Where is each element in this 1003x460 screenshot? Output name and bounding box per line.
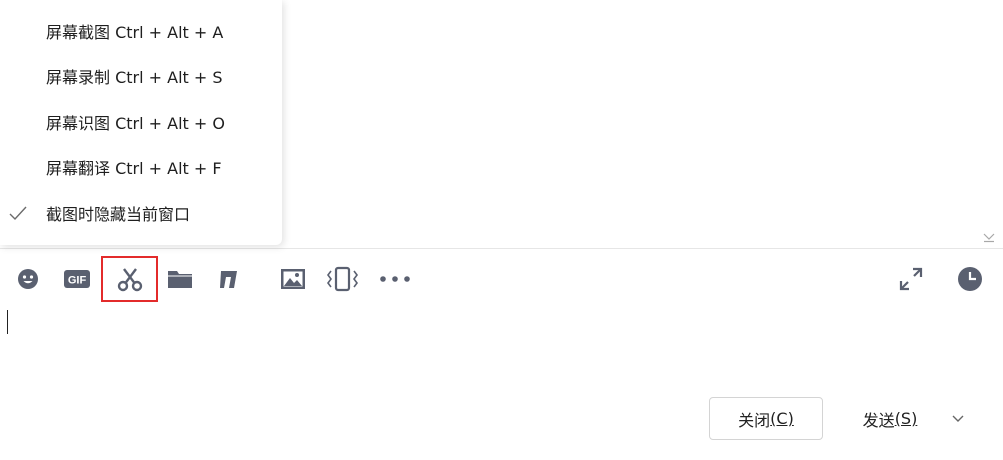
menu-item-hide-window[interactable]: 截图时隐藏当前窗口 — [0, 192, 282, 234]
menu-item-label: 屏幕识图 Ctrl + Alt + O — [46, 114, 225, 133]
send-button-shortcut: (S) — [894, 409, 918, 428]
input-toolbar: GIF — [0, 256, 1003, 302]
menu-item-screen-record[interactable]: 屏幕录制 Ctrl + Alt + S — [0, 55, 282, 97]
send-options-chevron-down-icon[interactable] — [948, 410, 968, 428]
menu-item-screen-ocr[interactable]: 屏幕识图 Ctrl + Alt + O — [0, 101, 282, 143]
send-button-label: 发送 — [862, 410, 895, 430]
gif-icon[interactable]: GIF — [60, 262, 94, 296]
divider — [0, 248, 1003, 249]
menu-item-label: 截图时隐藏当前窗口 — [46, 205, 191, 224]
close-button-shortcut: (C) — [770, 409, 794, 428]
expand-icon[interactable] — [894, 262, 928, 296]
close-button-label: 关闭 — [738, 410, 771, 430]
menu-item-label: 屏幕录制 Ctrl + Alt + S — [46, 68, 223, 87]
close-button[interactable]: 关闭 (C) — [709, 397, 823, 440]
menu-item-label: 屏幕翻译 Ctrl + Alt + F — [46, 159, 222, 178]
chat-window: 屏幕截图 Ctrl + Alt + A 屏幕录制 Ctrl + Alt + S … — [0, 0, 1003, 460]
menu-item-screenshot[interactable]: 屏幕截图 Ctrl + Alt + A — [0, 10, 282, 52]
emoji-icon[interactable] — [11, 262, 45, 296]
shake-icon[interactable] — [325, 262, 359, 296]
screenshot-menu: 屏幕截图 Ctrl + Alt + A 屏幕录制 Ctrl + Alt + S … — [0, 0, 282, 245]
text-caret — [7, 310, 8, 334]
checkmark-icon — [8, 205, 28, 221]
menu-item-screen-translate[interactable]: 屏幕翻译 Ctrl + Alt + F — [0, 146, 282, 188]
scissors-icon[interactable] — [101, 256, 158, 302]
menu-item-label: 屏幕截图 Ctrl + Alt + A — [46, 23, 224, 42]
screen-share-icon[interactable] — [212, 262, 246, 296]
history-clock-icon[interactable] — [953, 262, 987, 296]
image-icon[interactable] — [276, 262, 310, 296]
svg-text:GIF: GIF — [68, 275, 87, 287]
message-input[interactable] — [0, 305, 1003, 393]
folder-icon[interactable] — [163, 262, 197, 296]
send-button[interactable]: 发送 (S) — [850, 397, 930, 440]
resize-grip-icon[interactable] — [983, 228, 995, 243]
more-icon[interactable] — [378, 262, 412, 296]
